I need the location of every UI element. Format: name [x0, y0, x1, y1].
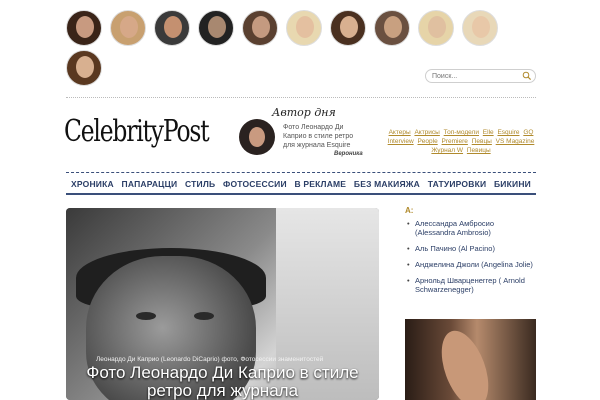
tag-link[interactable]: GQ: [523, 129, 533, 136]
author-avatar[interactable]: [239, 119, 275, 155]
tag-link[interactable]: Актрисы: [414, 129, 439, 136]
nav-item[interactable]: БИКИНИ: [494, 179, 531, 189]
search-input[interactable]: [432, 71, 522, 81]
alphabet-letter: А:: [405, 206, 414, 215]
celebrity-link[interactable]: Алессандра Амбросио (Alessandra Ambrosio…: [406, 219, 536, 237]
author-name: Вероника: [334, 151, 363, 157]
avatar-celebrity-3[interactable]: [154, 10, 190, 46]
avatar-celebrity-7[interactable]: [330, 10, 366, 46]
main-nav: ХРОНИКА ПАПАРАЦЦИ СТИЛЬ ФОТОСЕССИИ В РЕКЛАМЕ…: [66, 172, 536, 195]
tag-link[interactable]: People: [417, 138, 437, 145]
tag-cloud: Актеры Актрисы Топ-модели Elle Esquire G…: [386, 128, 536, 155]
avatar-celebrity-2[interactable]: [110, 10, 146, 46]
nav-item[interactable]: ФОТОСЕССИИ: [223, 179, 287, 189]
avatar-celebrity-11[interactable]: [66, 50, 102, 86]
article-category[interactable]: Леонардо Ди Каприо (Leonardo DiCaprio) ф…: [96, 356, 323, 363]
avatar-celebrity-9[interactable]: [418, 10, 454, 46]
tag-link[interactable]: Певицы: [467, 147, 491, 154]
tag-link[interactable]: Топ-модели: [444, 129, 479, 136]
nav-item[interactable]: В РЕКЛАМЕ: [295, 179, 347, 189]
nav-item[interactable]: ХРОНИКА: [71, 179, 114, 189]
nav-item[interactable]: ТАТУИРОВКИ: [428, 179, 487, 189]
tag-link[interactable]: Premiere: [442, 138, 468, 145]
tag-link[interactable]: Interview: [388, 138, 414, 145]
avatar-celebrity-4[interactable]: [198, 10, 234, 46]
avatar-celebrity-8[interactable]: [374, 10, 410, 46]
nav-item[interactable]: БЕЗ МАКИЯЖА: [354, 179, 420, 189]
tag-link[interactable]: Певцы: [472, 138, 492, 145]
celebrity-link[interactable]: Арнольд Шварценеггер ( Arnold Schwarzene…: [406, 276, 536, 294]
avatar-celebrity-1[interactable]: [66, 10, 102, 46]
search-box[interactable]: [425, 69, 536, 83]
divider: [66, 97, 536, 98]
nav-item[interactable]: ПАПАРАЦЦИ: [122, 179, 178, 189]
featured-article[interactable]: Леонардо Ди Каприо (Leonardo DiCaprio) ф…: [66, 208, 379, 400]
tag-link[interactable]: Актеры: [389, 129, 411, 136]
tag-link[interactable]: Журнал W: [431, 147, 463, 154]
author-of-day-title: Автор дня: [272, 106, 336, 119]
site-logo[interactable]: CelebrityPost: [64, 114, 210, 149]
sidebar-photo[interactable]: [405, 319, 536, 400]
search-icon[interactable]: [522, 71, 532, 81]
article-title[interactable]: Фото Леонардо Ди Каприо в стиле ретро дл…: [66, 364, 379, 400]
celebrity-link[interactable]: Аль Пачино (Al Pacino): [406, 244, 536, 253]
tag-link[interactable]: Elle: [483, 129, 494, 136]
tag-link[interactable]: VS Magazine: [496, 138, 535, 145]
avatar-celebrity-10[interactable]: [462, 10, 498, 46]
avatar-celebrity-5[interactable]: [242, 10, 278, 46]
avatar-celebrity-6[interactable]: [286, 10, 322, 46]
nav-item[interactable]: СТИЛЬ: [185, 179, 215, 189]
celebrity-list: Алессандра Амбросио (Alessandra Ambrosio…: [406, 219, 536, 301]
celebrity-link[interactable]: Анджелина Джоли (Angelina Jolie): [406, 260, 536, 269]
tag-link[interactable]: Esquire: [497, 129, 519, 136]
author-post-link[interactable]: Фото Леонардо Ди Каприо в стиле ретро дл…: [283, 123, 363, 150]
